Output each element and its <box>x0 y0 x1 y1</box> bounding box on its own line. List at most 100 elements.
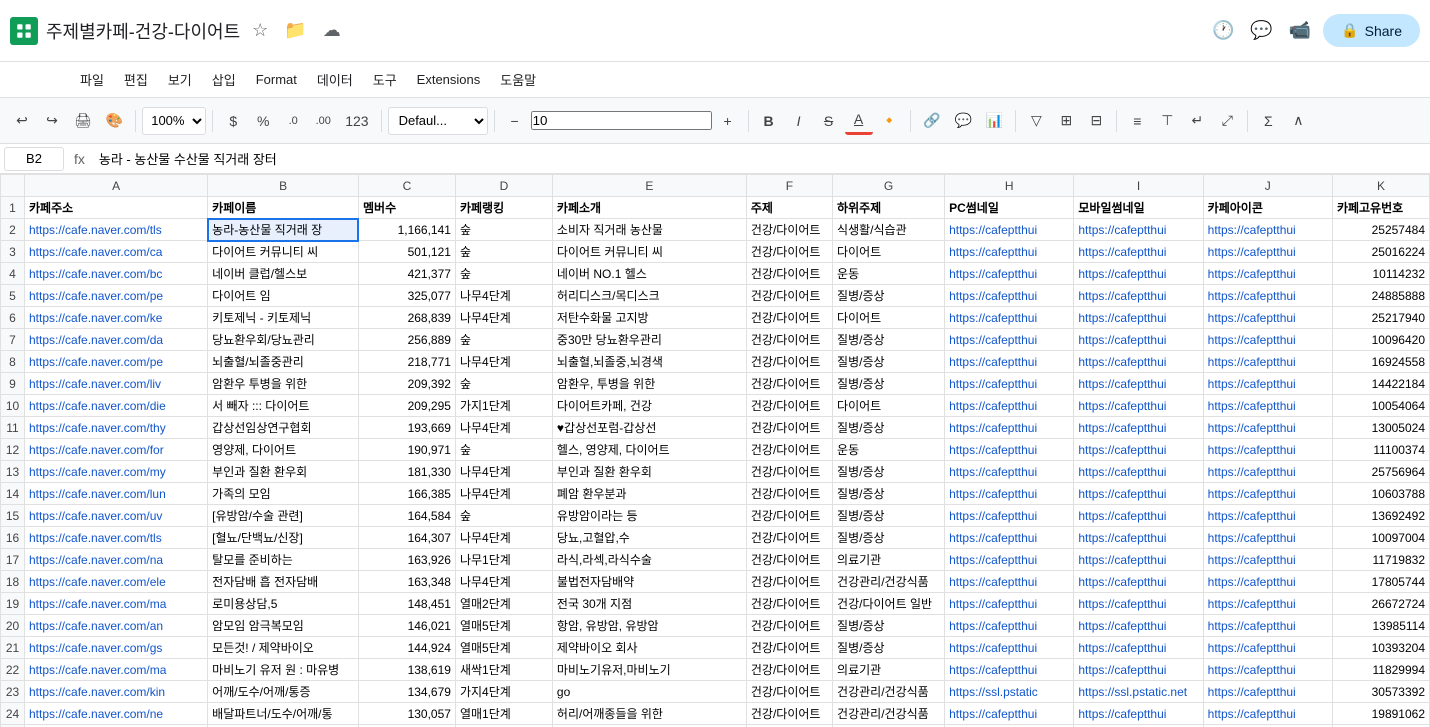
cell-H16[interactable]: https://cafeptthui <box>945 527 1074 549</box>
cell-H2[interactable]: https://cafeptthui <box>945 219 1074 241</box>
cell-B24[interactable]: 배달파트너/도수/어깨/통 <box>208 703 359 725</box>
cell-D8[interactable]: 나무4단계 <box>455 351 552 373</box>
cell-G19[interactable]: 건강/다이어트 일반 <box>833 593 945 615</box>
cell-I18[interactable]: https://cafeptthui <box>1074 571 1203 593</box>
cell-H23[interactable]: https://ssl.pstatic <box>945 681 1074 703</box>
cell-J22[interactable]: https://cafeptthui <box>1203 659 1332 681</box>
font-size-decrease-button[interactable]: − <box>501 107 529 135</box>
cell-B13[interactable]: 부인과 질환 환우회 <box>208 461 359 483</box>
percent-button[interactable]: % <box>249 107 277 135</box>
undo-button[interactable]: ↩ <box>8 107 36 135</box>
decimal-more-button[interactable]: .00 <box>309 107 337 135</box>
cell-E2[interactable]: 소비자 직거래 농산물 <box>552 219 746 241</box>
cell-D9[interactable]: 숲 <box>455 373 552 395</box>
cell-K10[interactable]: 10054064 <box>1332 395 1429 417</box>
cell-A2[interactable]: https://cafe.naver.com/tls <box>25 219 208 241</box>
cell-H24[interactable]: https://cafeptthui <box>945 703 1074 725</box>
cell-G13[interactable]: 질병/증상 <box>833 461 945 483</box>
cell-E16[interactable]: 당뇨,고혈압,수 <box>552 527 746 549</box>
cell-K5[interactable]: 24885888 <box>1332 285 1429 307</box>
zoom-control[interactable]: 100% <box>142 107 206 135</box>
star-icon[interactable]: ☆ <box>248 16 272 45</box>
cell-E5[interactable]: 허리디스크/목디스크 <box>552 285 746 307</box>
cell-B5[interactable]: 다이어트 임 <box>208 285 359 307</box>
font-size-input[interactable] <box>531 111 712 130</box>
cell-A7[interactable]: https://cafe.naver.com/da <box>25 329 208 351</box>
cell-C21[interactable]: 144,924 <box>358 637 455 659</box>
cell-C4[interactable]: 421,377 <box>358 263 455 285</box>
cell-J13[interactable]: https://cafeptthui <box>1203 461 1332 483</box>
cell-K19[interactable]: 26672724 <box>1332 593 1429 615</box>
col-header-C[interactable]: C <box>358 175 455 197</box>
header-intro[interactable]: 카페소개 <box>552 197 746 219</box>
font-family-select[interactable]: Defaul... <box>388 107 488 135</box>
cell-D12[interactable]: 숲 <box>455 439 552 461</box>
cell-A11[interactable]: https://cafe.naver.com/thy <box>25 417 208 439</box>
cell-A4[interactable]: https://cafe.naver.com/bc <box>25 263 208 285</box>
menu-view[interactable]: 보기 <box>158 66 202 93</box>
cell-A16[interactable]: https://cafe.naver.com/tls <box>25 527 208 549</box>
decimal-less-button[interactable]: .0 <box>279 107 307 135</box>
link-button[interactable]: 🔗 <box>917 107 946 135</box>
cell-H18[interactable]: https://cafeptthui <box>945 571 1074 593</box>
cell-K24[interactable]: 19891062 <box>1332 703 1429 725</box>
cell-C9[interactable]: 209,392 <box>358 373 455 395</box>
cell-E24[interactable]: 허리/어깨종들을 위한 <box>552 703 746 725</box>
cell-D11[interactable]: 나무4단계 <box>455 417 552 439</box>
cell-B23[interactable]: 어깨/도수/어깨/통증 <box>208 681 359 703</box>
cell-F5[interactable]: 건강/다이어트 <box>746 285 832 307</box>
sum-button[interactable]: Σ <box>1254 107 1282 135</box>
cell-B8[interactable]: 뇌출혈/뇌졸중관리 <box>208 351 359 373</box>
cell-E12[interactable]: 헬스, 영양제, 다이어트 <box>552 439 746 461</box>
cell-J9[interactable]: https://cafeptthui <box>1203 373 1332 395</box>
cell-F3[interactable]: 건강/다이어트 <box>746 241 832 263</box>
cell-G20[interactable]: 질병/증상 <box>833 615 945 637</box>
cell-J16[interactable]: https://cafeptthui <box>1203 527 1332 549</box>
cell-I4[interactable]: https://cafeptthui <box>1074 263 1203 285</box>
cell-E9[interactable]: 암환우, 투병을 위한 <box>552 373 746 395</box>
menu-data[interactable]: 데이터 <box>307 66 363 93</box>
cell-B10[interactable]: 서 빼자 ::: 다이어트 <box>208 395 359 417</box>
cell-G23[interactable]: 건강관리/건강식품 <box>833 681 945 703</box>
cell-F16[interactable]: 건강/다이어트 <box>746 527 832 549</box>
cell-H22[interactable]: https://cafeptthui <box>945 659 1074 681</box>
cell-B17[interactable]: 탈모를 준비하는 <box>208 549 359 571</box>
cell-H17[interactable]: https://cafeptthui <box>945 549 1074 571</box>
cell-C15[interactable]: 164,584 <box>358 505 455 527</box>
cell-K6[interactable]: 25217940 <box>1332 307 1429 329</box>
cell-A18[interactable]: https://cafe.naver.com/ele <box>25 571 208 593</box>
cell-A24[interactable]: https://cafe.naver.com/ne <box>25 703 208 725</box>
cell-F9[interactable]: 건강/다이어트 <box>746 373 832 395</box>
cell-A5[interactable]: https://cafe.naver.com/pe <box>25 285 208 307</box>
cell-K23[interactable]: 30573392 <box>1332 681 1429 703</box>
cell-F18[interactable]: 건강/다이어트 <box>746 571 832 593</box>
cell-B3[interactable]: 다이어트 커뮤니티 씨 <box>208 241 359 263</box>
cell-G15[interactable]: 질병/증상 <box>833 505 945 527</box>
cell-K16[interactable]: 10097004 <box>1332 527 1429 549</box>
cell-G8[interactable]: 질병/증상 <box>833 351 945 373</box>
cell-C3[interactable]: 501,121 <box>358 241 455 263</box>
cell-C13[interactable]: 181,330 <box>358 461 455 483</box>
cell-E10[interactable]: 다이어트카페, 건강 <box>552 395 746 417</box>
cell-A22[interactable]: https://cafe.naver.com/ma <box>25 659 208 681</box>
cell-G17[interactable]: 의료기관 <box>833 549 945 571</box>
cell-D16[interactable]: 나무4단계 <box>455 527 552 549</box>
cell-G5[interactable]: 질병/증상 <box>833 285 945 307</box>
cell-D4[interactable]: 숲 <box>455 263 552 285</box>
cell-F17[interactable]: 건강/다이어트 <box>746 549 832 571</box>
cell-A10[interactable]: https://cafe.naver.com/die <box>25 395 208 417</box>
cell-H19[interactable]: https://cafeptthui <box>945 593 1074 615</box>
italic-button[interactable]: I <box>785 107 813 135</box>
cell-J7[interactable]: https://cafeptthui <box>1203 329 1332 351</box>
cell-C17[interactable]: 163,926 <box>358 549 455 571</box>
header-pc-thumb[interactable]: PC썸네일 <box>945 197 1074 219</box>
cell-D21[interactable]: 열매5단계 <box>455 637 552 659</box>
cell-H13[interactable]: https://cafeptthui <box>945 461 1074 483</box>
cell-H8[interactable]: https://cafeptthui <box>945 351 1074 373</box>
cell-B6[interactable]: 키토제닉 - 키토제닉 <box>208 307 359 329</box>
cell-B12[interactable]: 영양제, 다이어트 <box>208 439 359 461</box>
cell-F20[interactable]: 건강/다이어트 <box>746 615 832 637</box>
font-color-button[interactable]: A <box>845 107 873 135</box>
cell-K17[interactable]: 11719832 <box>1332 549 1429 571</box>
cell-A8[interactable]: https://cafe.naver.com/pe <box>25 351 208 373</box>
